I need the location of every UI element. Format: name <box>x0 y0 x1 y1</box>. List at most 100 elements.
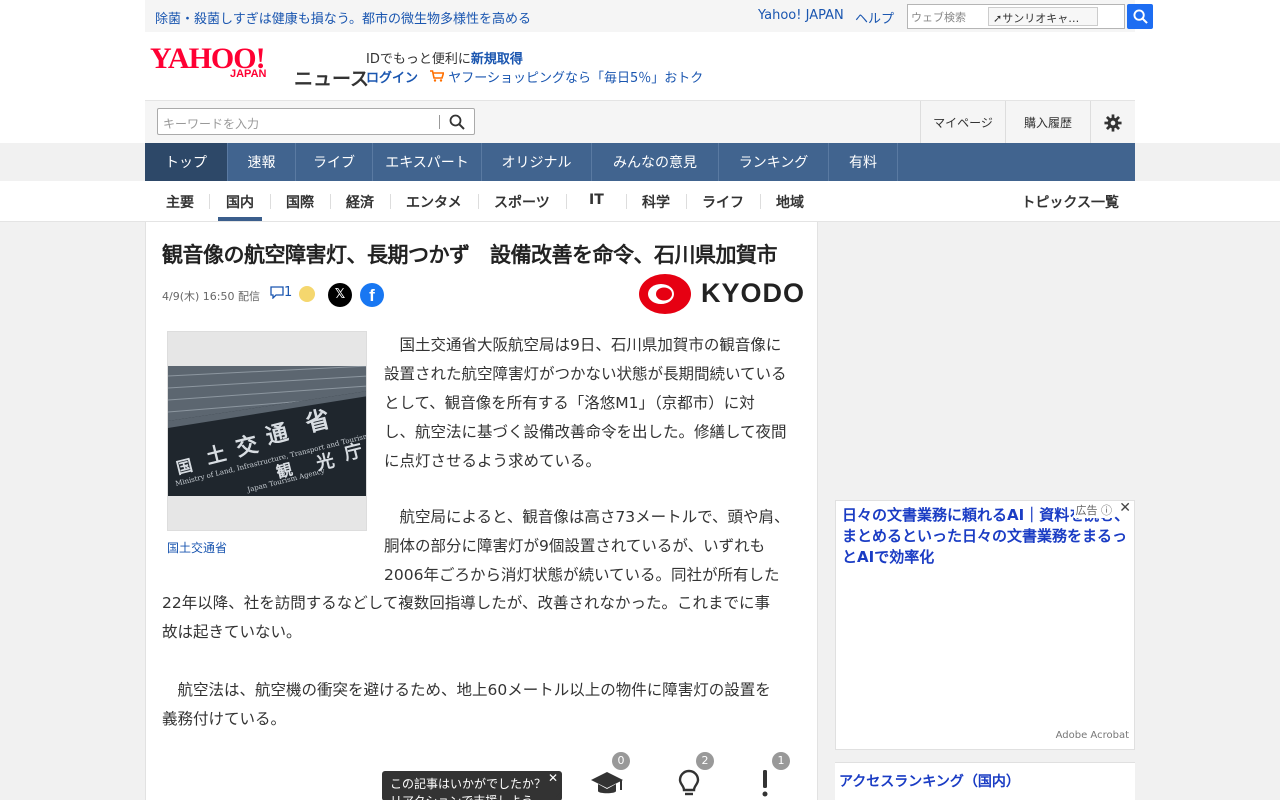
ranking-section: アクセスランキング（国内） <box>835 762 1135 800</box>
sub-nav-divider <box>626 194 627 209</box>
source-wordmark: KYODO <box>701 278 806 308</box>
reaction-count: 1 <box>772 752 790 770</box>
id-prompt: IDでもっと便利に新規取得 <box>366 48 523 67</box>
search-icon[interactable] <box>449 114 465 130</box>
paragraph-line: 国土交通省大阪航空局は9日、石川県加賀市の観音像に <box>384 336 782 354</box>
paragraph-line: に点灯させるよう求めている。 <box>384 452 602 470</box>
sub-nav-divider <box>686 194 687 209</box>
settings-button[interactable] <box>1090 101 1135 144</box>
reaction-bar: この記事はいかがでしたか？ リアクションで支援しよう ✕ 0 2 1 <box>146 752 819 800</box>
mypage-link[interactable]: マイページ <box>920 101 1005 144</box>
paragraph-3: 航空法は、航空機の衝突を避けるため、地上60メートル以上の物件に障害灯の設置を … <box>162 676 771 734</box>
ad-label[interactable]: 広告 ⓘ <box>1073 502 1114 518</box>
logo-section: ニュース <box>294 68 370 90</box>
web-search-button[interactable] <box>1127 4 1153 29</box>
web-search-input[interactable]: ウェブ検索 ➚サンリオキャ… <box>907 4 1125 29</box>
source-logo[interactable]: KYODO <box>639 274 804 316</box>
sub-nav-entertainment[interactable]: エンタメ <box>406 192 462 212</box>
sub-nav-divider <box>270 194 271 209</box>
paragraph-1: 国土交通省大阪航空局は9日、石川県加賀市の観音像に 設置された航空障害灯がつかな… <box>384 331 787 476</box>
sub-nav-life[interactable]: ライフ <box>702 192 744 212</box>
shopping-promo-link[interactable]: ヤフーショッピングなら「毎日5％」おトク <box>448 71 703 86</box>
main-nav-opinions[interactable]: みんなの意見 <box>592 143 719 181</box>
login-link[interactable]: ログイン <box>366 71 418 86</box>
reaction-count: 2 <box>696 752 714 770</box>
reaction-insight-button[interactable]: 2 <box>674 752 714 800</box>
main-nav-ranking[interactable]: ランキング <box>719 143 829 181</box>
top-bar-inner: 除菌・殺菌しすぎは健康も損なう。都市の微生物多様性を高める Yahoo! JAP… <box>145 0 1153 32</box>
close-icon[interactable]: ✕ <box>548 771 558 785</box>
x-share-icon[interactable]: 𝕏 <box>328 283 352 307</box>
paragraph-line: 航空局によると、観音像は高さ73メートルで、頭や肩、 <box>384 508 790 526</box>
search-row-inner: キーワードを入力 マイページ 購入履歴 <box>145 100 1135 144</box>
lightbulb-icon <box>678 769 700 796</box>
comment-count: 1 <box>284 285 293 300</box>
main-nav-live[interactable]: ライブ <box>296 143 373 181</box>
close-icon[interactable]: ✕ <box>1119 500 1131 516</box>
search-row: キーワードを入力 マイページ 購入履歴 <box>0 100 1280 144</box>
top-bar: 除菌・殺菌しすぎは健康も損なう。都市の微生物多様性を高める Yahoo! JAP… <box>0 0 1280 32</box>
site-header: YAHOO! JAPAN ニュース IDでもっと便利に新規取得 ログイン ヤフー… <box>0 32 1280 100</box>
yahoo-news-logo[interactable]: YAHOO! JAPAN ニュース <box>150 44 369 91</box>
sub-nav-active-indicator <box>218 217 262 221</box>
web-search-suggestion-text: サンリオキャ… <box>1002 12 1080 25</box>
facebook-share-icon[interactable]: f <box>360 283 384 307</box>
comment-count-link[interactable]: 1 <box>270 285 292 300</box>
id-prompt-text: IDでもっと便利に <box>366 52 471 67</box>
yahoo-japan-link[interactable]: Yahoo! JAPAN <box>758 8 844 23</box>
web-search-suggestion[interactable]: ➚サンリオキャ… <box>988 7 1098 26</box>
ad-source[interactable]: Adobe Acrobat <box>1056 730 1129 741</box>
article: 観音像の航空障害灯、長期つかず 設備改善を命令、石川県加賀市 4/9(木) 16… <box>145 222 818 800</box>
ad-label-text: 広告 <box>1075 504 1098 517</box>
page: 除菌・殺菌しすぎは健康も損なう。都市の微生物多様性を高める Yahoo! JAP… <box>0 0 1280 800</box>
topics-list-link[interactable]: トピックス一覧 <box>1021 192 1119 212</box>
main-nav-paid[interactable]: 有料 <box>829 143 898 181</box>
main-nav-original[interactable]: オリジナル <box>482 143 592 181</box>
reaction-tooltip: この記事はいかがでしたか？ リアクションで支援しよう ✕ <box>382 771 562 800</box>
sub-nav: 主要 国内 国際 経済 エンタメ スポーツ IT 科学 ライフ 地域 トピックス… <box>145 181 1135 222</box>
sub-nav-main[interactable]: 主要 <box>166 192 194 212</box>
keyword-search-input[interactable]: キーワードを入力 <box>157 108 475 135</box>
paragraph-line: 故は起きていない。 <box>162 623 302 641</box>
login-line: ログイン ヤフーショッピングなら「毎日5％」おトク <box>366 67 703 86</box>
sub-nav-divider <box>330 194 331 209</box>
sidebar-ad[interactable]: 日々の文書業務に頼れるAI｜資料を読む、まとめるといった日々の文書業務をまるっと… <box>835 500 1135 750</box>
sub-nav-domestic[interactable]: 国内 <box>226 192 254 212</box>
paragraph-2-full: 22年以降、社を訪問するなどして複数回指導したが、改善されなかった。これまでに事… <box>162 589 770 647</box>
search-divider <box>439 115 440 129</box>
article-headline: 観音像の航空障害灯、長期つかず 設備改善を命令、石川県加賀市 <box>162 243 778 267</box>
signup-link[interactable]: 新規取得 <box>471 52 523 67</box>
article-photo[interactable]: 国 土 交 通 省 観 光 庁 Ministry of Land, Infras… <box>167 331 367 531</box>
paragraph-line: 胴体の部分に障害灯が9個設置されているが、いずれも <box>384 537 766 555</box>
main-nav-breaking[interactable]: 速報 <box>228 143 296 181</box>
sub-nav-world[interactable]: 国際 <box>286 192 314 212</box>
reaction-prompt: この記事はいかがでしたか？ <box>390 777 547 791</box>
sub-nav-sports[interactable]: スポーツ <box>494 192 550 212</box>
logo-japan: JAPAN <box>230 68 267 80</box>
purchase-history-link[interactable]: 購入履歴 <box>1005 101 1090 144</box>
promo-link[interactable]: 除菌・殺菌しすぎは健康も損なう。都市の微生物多様性を高める <box>155 8 531 27</box>
sub-nav-local[interactable]: 地域 <box>776 192 804 212</box>
ranking-title[interactable]: アクセスランキング（国内） <box>839 771 1020 791</box>
paragraph-line: 義務付けている。 <box>162 710 287 728</box>
graduation-cap-icon <box>591 772 623 794</box>
sub-nav-economy[interactable]: 経済 <box>346 192 374 212</box>
main-nav: トップ 速報 ライブ エキスパート オリジナル みんなの意見 ランキング 有料 <box>145 143 1135 181</box>
exclamation-icon <box>762 770 768 797</box>
sub-nav-divider <box>390 194 391 209</box>
reaction-face-icon <box>299 286 315 302</box>
sub-nav-science[interactable]: 科学 <box>642 192 670 212</box>
main-nav-expert[interactable]: エキスパート <box>373 143 482 181</box>
help-link[interactable]: ヘルプ <box>855 8 894 27</box>
sub-nav-it[interactable]: IT <box>589 192 604 208</box>
user-links: マイページ 購入履歴 <box>920 101 1135 144</box>
sub-nav-divider <box>478 194 479 209</box>
gear-icon <box>1104 113 1122 132</box>
search-icon <box>1133 9 1148 24</box>
photo-caption[interactable]: 国土交通省 <box>167 539 227 556</box>
main-nav-top[interactable]: トップ <box>145 143 228 181</box>
reaction-surprise-button[interactable]: 1 <box>750 752 790 800</box>
sub-nav-divider <box>760 194 761 209</box>
reaction-count: 0 <box>612 752 630 770</box>
reaction-learn-button[interactable]: 0 <box>590 752 630 800</box>
